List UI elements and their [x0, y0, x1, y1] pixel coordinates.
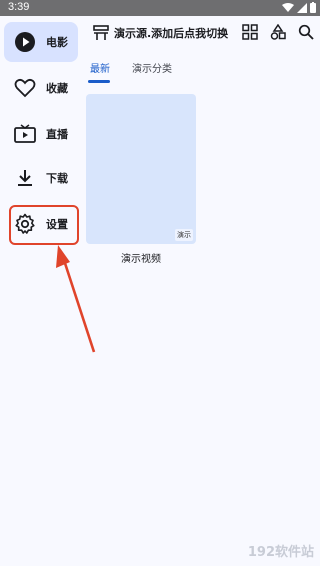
tab-indicator — [88, 80, 110, 83]
card-badge: 演示 — [175, 229, 193, 241]
source-switch-icon[interactable] — [92, 24, 110, 42]
shapes-icon[interactable] — [270, 24, 286, 40]
category-tabs: 最新 演示分类 — [84, 56, 320, 84]
video-card-poster[interactable]: 演示 — [86, 94, 196, 244]
video-card-title[interactable]: 演示视频 — [86, 250, 196, 265]
annotation-arrow — [56, 245, 96, 353]
tab-demo-category[interactable]: 演示分类 — [132, 60, 172, 75]
search-icon[interactable] — [298, 24, 314, 40]
tab-latest[interactable]: 最新 — [90, 60, 110, 75]
grid-icon[interactable] — [242, 24, 258, 40]
source-title[interactable]: 演示源.添加后点我切换 — [114, 25, 228, 41]
top-bar-actions — [242, 24, 314, 40]
watermark-text: 192软件站 — [247, 545, 314, 560]
top-app-bar: 演示源.添加后点我切换 — [84, 16, 320, 50]
